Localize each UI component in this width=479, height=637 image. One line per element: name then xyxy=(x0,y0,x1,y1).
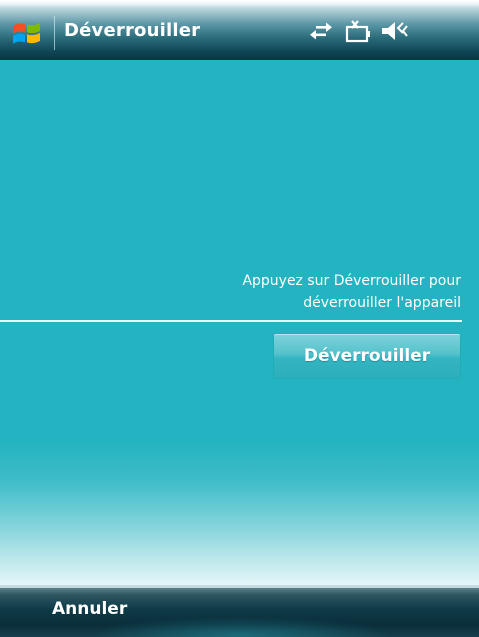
title-separator xyxy=(54,16,55,50)
connectivity-arrows-icon[interactable] xyxy=(308,19,334,43)
unlock-instructions-line2: déverrouiller l'appareil xyxy=(303,295,461,311)
unlock-button[interactable]: Déverrouiller xyxy=(274,334,460,378)
unlock-instructions: Appuyez sur Déverrouiller pour déverroui… xyxy=(242,270,461,314)
unlock-instructions-line1: Appuyez sur Déverrouiller pour xyxy=(242,273,461,289)
speaker-volume-icon[interactable] xyxy=(380,19,410,43)
cancel-softkey[interactable]: Annuler xyxy=(52,599,127,619)
window-title: Déverrouiller xyxy=(64,20,201,41)
softkey-bar: Annuler xyxy=(0,585,479,637)
device-screen: Déverrouiller Appuyez sur Déverrouiller … xyxy=(0,0,479,637)
content-area: Appuyez sur Déverrouiller pour déverroui… xyxy=(0,60,479,585)
battery-missing-icon[interactable] xyxy=(344,19,372,43)
title-bar: Déverrouiller xyxy=(0,0,479,60)
divider-line xyxy=(0,320,462,322)
windows-flag-icon[interactable] xyxy=(10,18,44,48)
